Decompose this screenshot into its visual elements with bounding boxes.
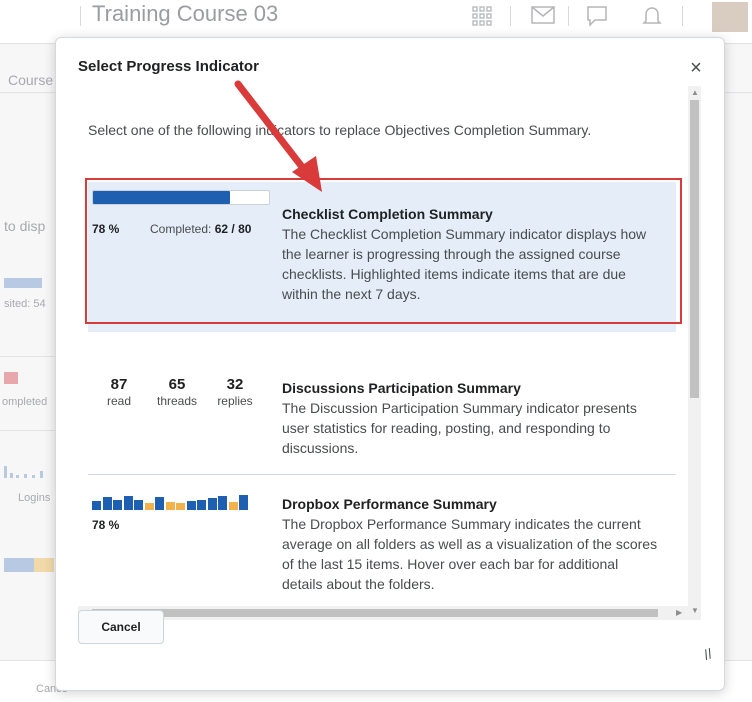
checklist-description: Checklist Completion Summary The Checkli… [282,204,658,304]
bg-mini-bars [4,558,54,572]
bg-progress-bar [4,278,42,288]
chat-icon[interactable] [585,4,609,28]
indicator-list[interactable]: Select one of the following indicators t… [78,86,700,620]
stat-replies: 32 replies [208,376,262,408]
course-title: Training Course 03 [92,1,279,26]
dropbox-score-bar[interactable] [239,494,248,510]
option-title: Dropbox Performance Summary [282,496,497,512]
stat-label: replies [217,394,253,408]
header-separator [568,6,569,26]
bell-icon[interactable] [640,4,664,28]
bg-mini-chart [4,466,52,478]
apps-grid-icon[interactable] [470,4,494,28]
dropbox-score-bar[interactable] [228,502,238,510]
dropbox-score-bar[interactable] [144,502,154,510]
dropbox-score-bar[interactable] [186,501,196,510]
option-description: The Checklist Completion Summary indicat… [282,226,647,302]
stat-value: 32 [226,376,244,393]
bg-label: sited: 54 [4,298,46,310]
dropbox-score-bar[interactable] [113,500,122,510]
header-separator [682,6,683,26]
checklist-progress-fill [93,191,231,204]
discussions-description: Discussions Participation Summary The Di… [282,378,658,458]
dropbox-percent: 78 % [92,518,120,532]
bg-divider [0,356,60,357]
avatar[interactable] [712,2,748,32]
dropbox-score-bar[interactable] [197,500,206,510]
dropbox-score-bar[interactable] [165,502,175,510]
stat-label: read [106,394,132,408]
select-progress-indicator-dialog: Select Progress Indicator × Select one o… [55,37,725,691]
bg-divider [0,430,60,431]
dropbox-score-bar[interactable] [92,501,101,510]
dropbox-description: Dropbox Performance Summary The Dropbox … [282,494,658,594]
stat-read: 87 read [92,376,146,408]
dropbox-score-bar[interactable] [123,496,133,510]
dropbox-score-bar[interactable] [218,496,227,510]
scroll-right-icon[interactable]: ▶ [676,608,682,617]
bg-label: Logins [18,492,51,504]
resize-handle-icon[interactable]: // [701,645,714,663]
stat-threads: 65 threads [150,376,204,408]
scroll-thumb[interactable] [92,609,658,617]
stat-value: 65 [168,376,186,393]
dropbox-score-bar[interactable] [102,497,112,510]
scroll-down-icon[interactable]: ▼ [691,606,699,615]
cancel-button[interactable]: Cancel [78,610,164,644]
horizontal-scrollbar[interactable]: ◀ ▶ [78,606,688,620]
checklist-percent: 78 % [92,222,120,236]
bg-status-bar [4,372,18,384]
dropbox-score-bar[interactable] [134,500,143,510]
checklist-completed-label: Completed: 62 / 80 [150,222,251,236]
intro-text: Select one of the following indicators t… [88,122,592,138]
dropbox-score-bars [92,494,252,510]
bg-label: to disp [4,218,46,234]
vertical-scrollbar[interactable]: ▲ ▼ [688,86,701,620]
stat-value: 87 [110,376,128,393]
option-description: The Discussion Participation Summary ind… [282,400,637,456]
scroll-thumb[interactable] [690,100,699,398]
option-description: The Dropbox Performance Summary indicate… [282,516,658,592]
bg-label: ompleted [2,396,48,408]
completed-prefix: Completed: [150,222,212,236]
nav-course-link[interactable]: Course [8,72,53,88]
dropbox-score-bar[interactable] [176,502,185,510]
option-title: Discussions Participation Summary [282,380,521,396]
checklist-progress-bar [92,190,270,205]
completed-value: 62 / 80 [214,222,252,236]
option-title: Checklist Completion Summary [282,206,493,222]
header-separator [510,6,511,26]
dropbox-score-bar[interactable] [155,497,164,510]
close-icon[interactable]: × [686,58,706,78]
scroll-up-icon[interactable]: ▲ [691,88,699,97]
dialog-title: Select Progress Indicator [78,58,259,75]
mail-icon[interactable] [530,4,556,26]
header-separator [80,6,81,26]
stat-label: threads [156,394,198,408]
option-divider [88,474,676,475]
dropbox-score-bar[interactable] [207,498,217,510]
